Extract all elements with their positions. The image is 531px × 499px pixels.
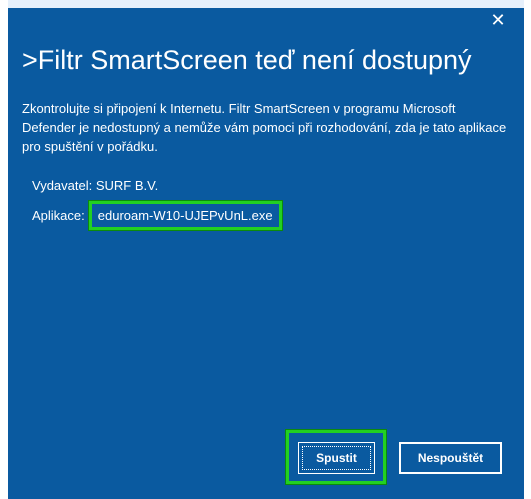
application-value: eduroam-W10-UJEPvUnL.exe	[88, 201, 282, 230]
dont-run-button[interactable]: Nespouštět	[399, 442, 502, 474]
close-button[interactable]: ✕	[481, 8, 515, 32]
dialog-description: Zkontrolujte si připojení k Internetu. F…	[22, 101, 507, 154]
smartscreen-dialog: ✕ >Filtr SmartScreen teď není dostupný Z…	[0, 0, 531, 499]
window-left-edge	[0, 0, 8, 499]
application-label: Aplikace:	[32, 208, 85, 223]
publisher-label: Vydavatel:	[32, 178, 93, 193]
publisher-value: SURF B.V.	[95, 178, 159, 193]
title-bar	[8, 0, 524, 8]
dialog-title: >Filtr SmartScreen teď není dostupný	[22, 45, 472, 75]
application-row: Aplikace: eduroam-W10-UJEPvUnL.exe	[32, 201, 282, 230]
window-right-edge	[524, 0, 531, 499]
publisher-row: Vydavatel: SURF B.V.	[32, 178, 158, 193]
run-button[interactable]: Spustit	[298, 442, 375, 474]
close-icon[interactable]: ✕	[490, 10, 505, 31]
